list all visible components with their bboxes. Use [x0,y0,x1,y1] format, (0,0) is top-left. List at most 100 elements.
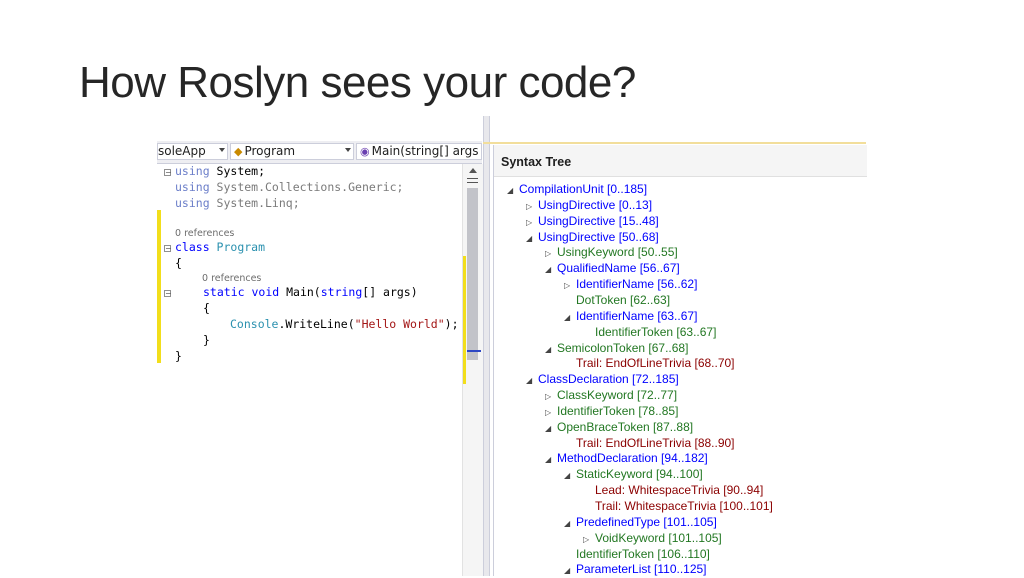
tree-node-node[interactable]: ▷ UsingDirective [15..48] [526,214,659,230]
code-editor: soleApp ◆ Program ◉ Main(string[] args − u… [157,141,483,576]
tree-node-token[interactable]: ▷ UsingKeyword [50..55] [545,245,678,261]
code-line-8: Console.WriteLine("Hello World"); [230,317,459,331]
codelens-references[interactable]: 0 references [202,273,261,284]
code-line-6: static void Main(string[] args) [203,285,418,299]
tree-node-label: ClassKeyword [72..77] [557,388,678,403]
class-dropdown[interactable]: ◆ Program [230,143,354,160]
collapsed-icon[interactable]: ▷ [526,215,538,230]
tree-node-token[interactable]: IdentifierToken [63..67] [583,325,716,340]
tree-node-trivia[interactable]: Trail: EndOfLineTrivia [68..70] [564,356,735,371]
tree-node-label: ClassDeclaration [72..185] [538,372,679,387]
tree-node-label: IdentifierName [63..67] [576,308,698,323]
scroll-up-icon[interactable] [469,168,477,173]
expanded-icon[interactable]: ◢ [526,231,538,246]
expanded-icon[interactable]: ◢ [545,421,557,436]
chevron-down-icon [345,148,351,152]
method-icon: ◉ [360,145,370,158]
member-dropdown-label: Main(string[] args [371,144,479,158]
tree-node-trivia[interactable]: Lead: WhitespaceTrivia [90..94] [583,483,763,498]
tree-node-label: StaticKeyword [94..100] [576,467,703,482]
tree-node-node[interactable]: ◢ ClassDeclaration [72..185] [526,372,679,388]
tree-node-label: IdentifierToken [78..85] [557,403,679,418]
tree-node-token[interactable]: ▷ ClassKeyword [72..77] [545,388,677,404]
tree-node-label: Trail: WhitespaceTrivia [100..101] [595,499,773,513]
collapsed-icon[interactable]: ▷ [564,278,576,293]
tree-node-label: UsingKeyword [50..55] [557,245,678,260]
tree-node-node[interactable]: ◢ IdentifierName [63..67] [564,309,697,325]
class-icon: ◆ [234,145,243,158]
chevron-down-icon [219,148,225,152]
tree-node-node[interactable]: ▷ UsingDirective [0..13] [526,198,652,214]
slide-title: How Roslyn sees your code? [79,58,636,107]
tree-node-token[interactable]: IdentifierToken [106..110] [564,547,710,562]
tree-node-token[interactable]: ◢ SemicolonToken [67..68] [545,341,688,357]
project-dropdown[interactable]: soleApp [157,143,228,160]
code-line-7: { [203,301,210,315]
collapse-icon[interactable]: − [164,290,172,298]
expanded-icon[interactable]: ◢ [564,310,576,325]
code-line-2: using System.Collections.Generic; [175,180,404,194]
expanded-icon[interactable]: ◢ [564,468,576,483]
tree-node-label: Trail: EndOfLineTrivia [88..90] [576,435,735,450]
change-marker [463,256,466,384]
expanded-icon[interactable]: ◢ [545,262,557,277]
pane-splitter[interactable] [483,116,490,576]
codelens-references[interactable]: 0 references [175,228,234,239]
tree-node-label: UsingDirective [0..13] [538,197,653,212]
tree-node-node[interactable]: ◢ MethodDeclaration [94..182] [545,451,708,467]
tree-node-label: ParameterList [110..125] [576,562,707,577]
expanded-icon[interactable]: ◢ [545,342,557,357]
tree-node-token[interactable]: DotToken [62..63] [564,293,670,308]
code-line-4: class Program [175,240,266,254]
tree-node-label: OpenBraceToken [87..88] [557,419,694,434]
tree-node-label: QualifiedName [56..67] [557,261,680,276]
tree-node-label: IdentifierToken [106..110] [576,546,710,561]
expanded-icon[interactable]: ◢ [526,373,538,388]
tree-node-token[interactable]: ▷ IdentifierToken [78..85] [545,404,678,420]
split-handle-icon[interactable] [467,178,478,183]
collapse-icon[interactable]: − [164,245,172,253]
tree-node-node[interactable]: ◢ QualifiedName [56..67] [545,261,680,277]
project-dropdown-label: soleApp [158,144,206,158]
vertical-scrollbar[interactable] [462,164,483,576]
expanded-icon[interactable]: ◢ [545,452,557,467]
tree-node-trivia[interactable]: Trail: EndOfLineTrivia [88..90] [564,436,735,451]
syntax-tree-title: Syntax Tree [501,155,572,169]
tree-node-label: CompilationUnit [0..185] [519,182,648,196]
tree-node-label: IdentifierToken [63..67] [595,324,717,339]
member-dropdown[interactable]: ◉ Main(string[] args [356,143,482,160]
syntax-tree-header: Syntax Tree [494,145,867,177]
scrollbar-thumb[interactable] [467,188,478,360]
tree-node-token[interactable]: ◢ OpenBraceToken [87..88] [545,420,693,436]
tree-node-node[interactable]: ◢ CompilationUnit [0..185] [507,182,647,198]
collapsed-icon[interactable]: ▷ [545,405,557,420]
change-indicator [157,210,161,363]
syntax-tree-window: Syntax Tree ◢ CompilationUnit [0..185] ▷ Us… [493,145,867,576]
collapsed-icon[interactable]: ▷ [545,389,557,404]
tree-node-label: PredefinedType [101..105] [576,514,717,529]
expanded-icon[interactable]: ◢ [507,183,519,198]
tree-node-node[interactable]: ◢ PredefinedType [101..105] [564,515,717,531]
tree-node-trivia[interactable]: Trail: WhitespaceTrivia [100..101] [583,499,773,514]
collapsed-icon[interactable]: ▷ [545,246,557,261]
code-line-3: using System.Linq; [175,196,300,210]
collapsed-icon[interactable]: ▷ [526,199,538,214]
tool-window-accent [483,142,866,144]
tree-node-label: MethodDeclaration [94..182] [557,451,708,466]
class-dropdown-label: Program [244,144,296,158]
tree-node-token[interactable]: ◢ StaticKeyword [94..100] [564,467,703,483]
code-line-10: } [175,349,182,363]
tree-node-node[interactable]: ▷ IdentifierName [56..62] [564,277,697,293]
tree-node-label: Lead: WhitespaceTrivia [90..94] [595,483,764,498]
tree-node-label: Trail: EndOfLineTrivia [68..70] [576,356,735,371]
collapsed-icon[interactable]: ▷ [583,532,595,547]
collapse-icon[interactable]: − [164,169,172,177]
tree-node-label: VoidKeyword [101..105] [595,530,722,545]
code-line-1: using System; [175,164,266,178]
code-area[interactable]: − using System; using System.Collections… [157,164,462,576]
tree-node-node[interactable]: ◢ UsingDirective [50..68] [526,230,659,246]
expanded-icon[interactable]: ◢ [564,516,576,531]
tree-node-label: UsingDirective [50..68] [538,229,659,244]
caret-marker [467,350,481,352]
tree-node-token[interactable]: ▷ VoidKeyword [101..105] [583,531,722,547]
